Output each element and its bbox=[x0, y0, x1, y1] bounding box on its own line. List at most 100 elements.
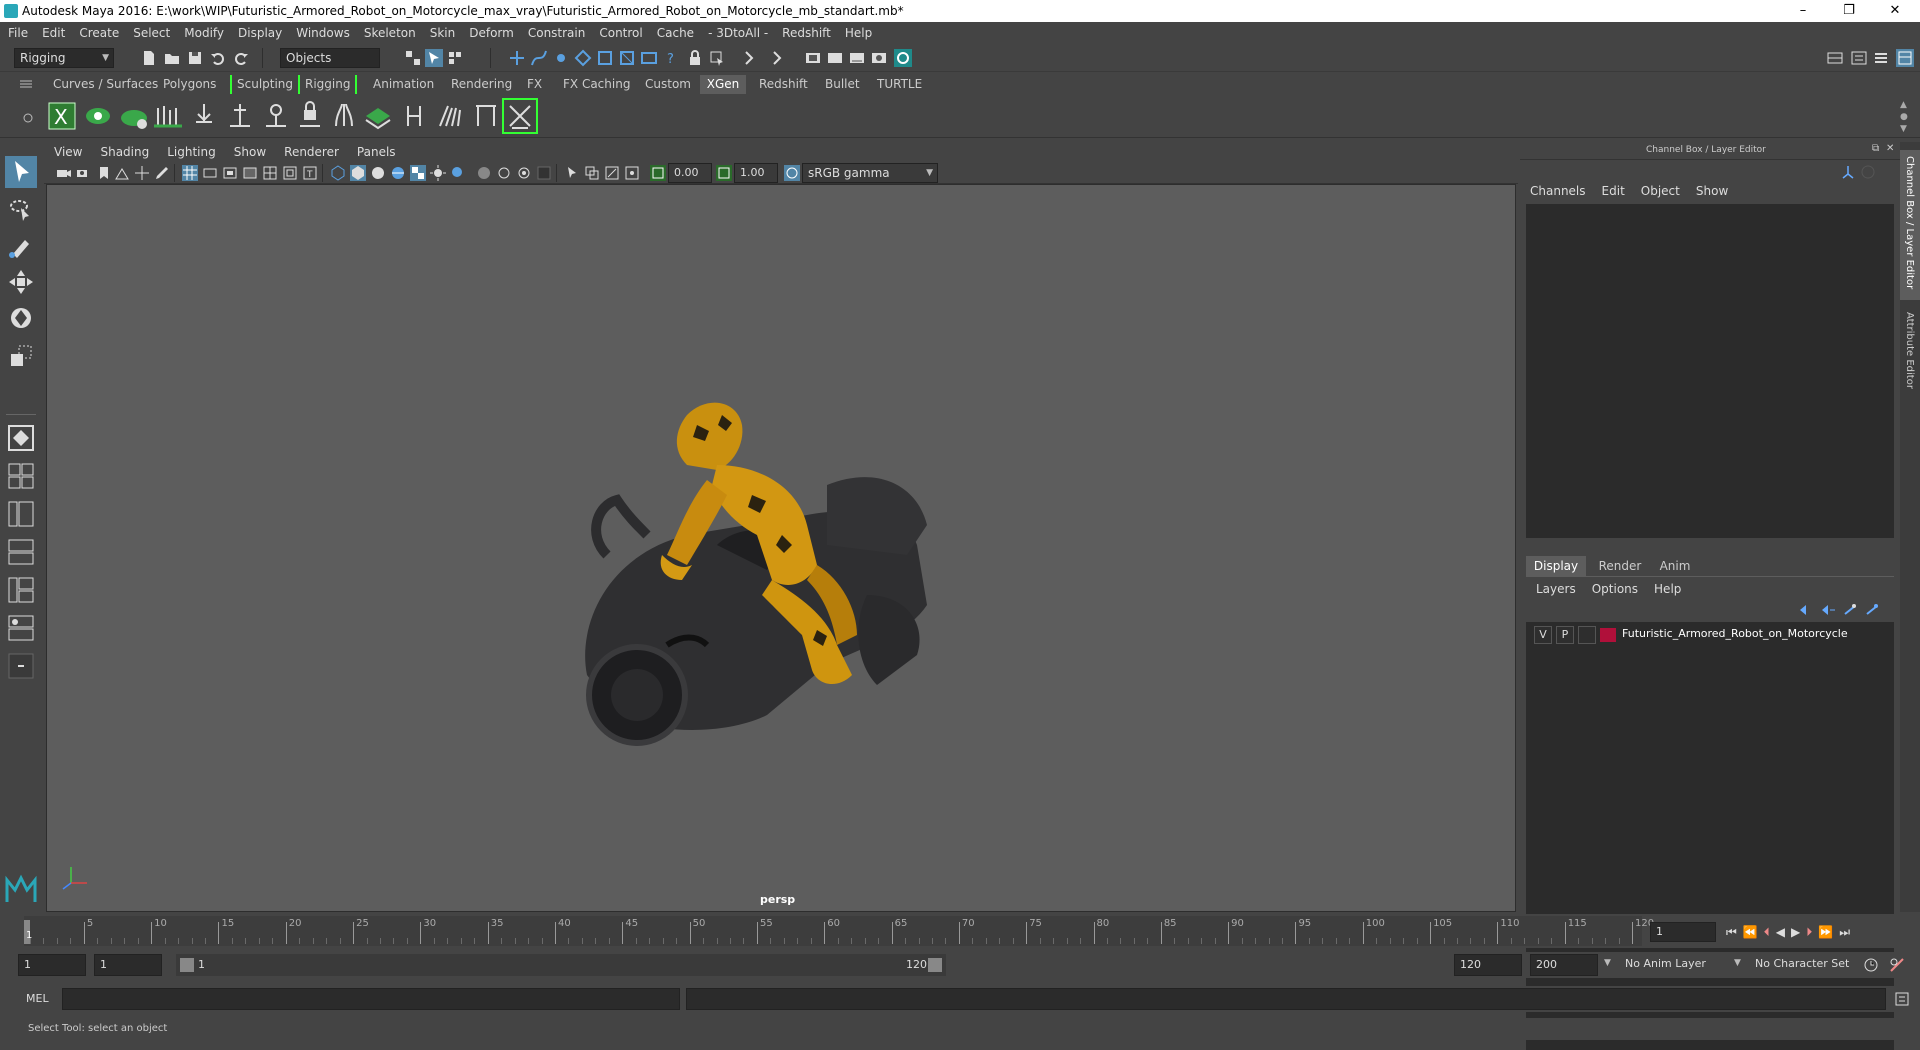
save-scene-icon[interactable] bbox=[186, 49, 204, 67]
safe-action-icon[interactable] bbox=[282, 165, 298, 181]
gate-mask-icon[interactable] bbox=[242, 165, 258, 181]
script-editor-icon[interactable] bbox=[1894, 991, 1910, 1007]
persp-graph-layout-icon[interactable] bbox=[5, 536, 37, 568]
menu-redshift[interactable]: Redshift bbox=[782, 26, 831, 40]
panel-menu-panels[interactable]: Panels bbox=[357, 145, 396, 159]
safe-title-icon[interactable]: T bbox=[302, 165, 318, 181]
command-input[interactable] bbox=[62, 988, 680, 1010]
command-language-label[interactable]: MEL bbox=[26, 992, 49, 1005]
tab-custom[interactable]: Custom bbox=[640, 75, 696, 94]
construction-history-icon[interactable] bbox=[768, 49, 786, 67]
snap-view-plane-icon[interactable] bbox=[574, 49, 592, 67]
step-forward-key-icon[interactable]: ⏵ bbox=[1806, 925, 1812, 940]
go-to-end-icon[interactable]: ⏭ bbox=[1839, 925, 1850, 940]
xgen-rebuild-guides-icon[interactable] bbox=[398, 100, 430, 132]
restore-button[interactable]: ❐ bbox=[1826, 0, 1872, 22]
multisample-aa-icon[interactable] bbox=[516, 165, 532, 181]
layer-playback-toggle[interactable]: P bbox=[1556, 626, 1574, 644]
menu-display[interactable]: Display bbox=[238, 26, 282, 40]
layer-tab-anim[interactable]: Anim bbox=[1650, 556, 1700, 576]
camera-attributes-icon[interactable] bbox=[76, 165, 92, 181]
float-panel-icon[interactable]: ⧉ bbox=[1872, 143, 1879, 154]
tab-xgen[interactable]: XGen bbox=[700, 75, 746, 94]
tab-bullet[interactable]: Bullet bbox=[820, 75, 865, 94]
panel-menu-shading[interactable]: Shading bbox=[100, 145, 149, 159]
shelf-options-icon[interactable] bbox=[22, 112, 34, 124]
xgen-select-guide-icon[interactable] bbox=[260, 100, 292, 132]
shelf-menu-icon[interactable] bbox=[20, 79, 32, 89]
snap-point-icon[interactable] bbox=[552, 49, 570, 67]
grease-pencil-icon[interactable] bbox=[154, 165, 170, 181]
scale-tool-icon[interactable] bbox=[5, 340, 37, 372]
menu-constrain[interactable]: Constrain bbox=[528, 26, 586, 40]
animation-preferences-icon[interactable] bbox=[1888, 956, 1906, 974]
xgen-clear-preview-icon[interactable] bbox=[502, 98, 538, 134]
tool-settings-toggle-icon[interactable] bbox=[1872, 49, 1890, 67]
side-tab-attribute-editor[interactable]: Attribute Editor bbox=[1904, 312, 1915, 389]
exposure-field[interactable]: 0.00 bbox=[668, 163, 712, 183]
grid-toggle-icon[interactable] bbox=[182, 165, 198, 181]
xray-components-icon[interactable] bbox=[624, 165, 640, 181]
tab-polygons[interactable]: Polygons bbox=[158, 75, 221, 94]
lasso-tool-icon[interactable] bbox=[5, 194, 37, 226]
tab-curves-surfaces[interactable]: Curves / Surfaces bbox=[48, 75, 163, 94]
gamma-field[interactable]: 1.00 bbox=[734, 163, 778, 183]
xgen-place-guides-icon[interactable] bbox=[152, 100, 184, 132]
xgen-display-guides-icon[interactable] bbox=[362, 100, 394, 132]
xgen-guide-to-curve-icon[interactable] bbox=[328, 100, 360, 132]
go-to-start-icon[interactable]: ⏮ bbox=[1726, 925, 1737, 940]
select-hierarchy-icon[interactable] bbox=[404, 49, 422, 67]
animation-end-field[interactable]: 200 bbox=[1530, 954, 1598, 976]
hypershade-icon[interactable] bbox=[894, 49, 912, 67]
open-scene-icon[interactable] bbox=[163, 49, 181, 67]
select-component-icon[interactable] bbox=[446, 49, 464, 67]
film-gate-icon[interactable] bbox=[202, 165, 218, 181]
snap-live-icon[interactable] bbox=[596, 49, 614, 67]
menu-cache[interactable]: Cache bbox=[657, 26, 694, 40]
animation-start-field[interactable]: 1 bbox=[18, 954, 86, 976]
input-output-icon[interactable] bbox=[740, 49, 758, 67]
xgen-add-guide-icon[interactable] bbox=[224, 100, 256, 132]
tab-rigging[interactable]: Rigging bbox=[298, 75, 358, 94]
step-forward-frame-icon[interactable]: ⏩ bbox=[1818, 925, 1833, 939]
modeling-toolkit-icon[interactable] bbox=[1826, 49, 1844, 67]
shelf-scroll-down-icon[interactable]: ▼ bbox=[1900, 124, 1907, 134]
play-backwards-icon[interactable]: ◀ bbox=[1776, 925, 1785, 939]
channel-menu-show[interactable]: Show bbox=[1696, 184, 1728, 198]
close-button[interactable]: ✕ bbox=[1872, 0, 1918, 22]
render-settings-icon[interactable] bbox=[804, 49, 822, 67]
move-tool-icon[interactable] bbox=[5, 266, 37, 298]
tab-fx-caching[interactable]: FX Caching bbox=[558, 75, 635, 94]
xgen-lock-guide-icon[interactable] bbox=[294, 100, 326, 132]
rotate-tool-icon[interactable] bbox=[5, 302, 37, 334]
move-layer-down-icon[interactable] bbox=[1820, 602, 1836, 618]
menu-file[interactable]: File bbox=[8, 26, 28, 40]
xgen-preview-icon[interactable] bbox=[470, 100, 502, 132]
hypershade-persp-layout-icon[interactable] bbox=[5, 612, 37, 644]
menu-help[interactable]: Help bbox=[845, 26, 872, 40]
depth-of-field-icon[interactable] bbox=[536, 165, 552, 181]
layer-row[interactable]: V P Futuristic_Armored_Robot_on_Motorcyc… bbox=[1530, 626, 1890, 646]
perspective-viewport[interactable] bbox=[46, 184, 1516, 912]
color-management-icon[interactable] bbox=[784, 165, 800, 181]
move-layer-up-icon[interactable] bbox=[1798, 602, 1814, 618]
tab-animation[interactable]: Animation bbox=[368, 75, 439, 94]
range-slider[interactable]: 1 120 bbox=[176, 954, 946, 976]
xgen-editor-icon[interactable]: X bbox=[46, 100, 78, 132]
view-transform-dropdown[interactable]: sRGB gamma ▼ bbox=[802, 163, 938, 183]
field-chart-icon[interactable] bbox=[262, 165, 278, 181]
ambient-occlusion-icon[interactable] bbox=[476, 165, 492, 181]
snap-edge-icon[interactable] bbox=[640, 49, 658, 67]
menu-select[interactable]: Select bbox=[133, 26, 170, 40]
image-plane-icon[interactable] bbox=[114, 165, 130, 181]
xgen-sculpt-guides-icon[interactable] bbox=[188, 100, 220, 132]
snap-curve-icon[interactable] bbox=[530, 49, 548, 67]
ipr-render-icon[interactable] bbox=[848, 49, 866, 67]
paint-select-tool-icon[interactable] bbox=[5, 230, 37, 262]
axis-display-icon[interactable] bbox=[1840, 164, 1856, 180]
undo-icon[interactable] bbox=[209, 49, 227, 67]
use-all-lights-icon[interactable] bbox=[430, 165, 446, 181]
isolate-select-icon[interactable] bbox=[564, 165, 580, 181]
four-view-layout-icon[interactable] bbox=[5, 460, 37, 492]
step-back-key-icon[interactable]: ⏴ bbox=[1764, 925, 1770, 940]
